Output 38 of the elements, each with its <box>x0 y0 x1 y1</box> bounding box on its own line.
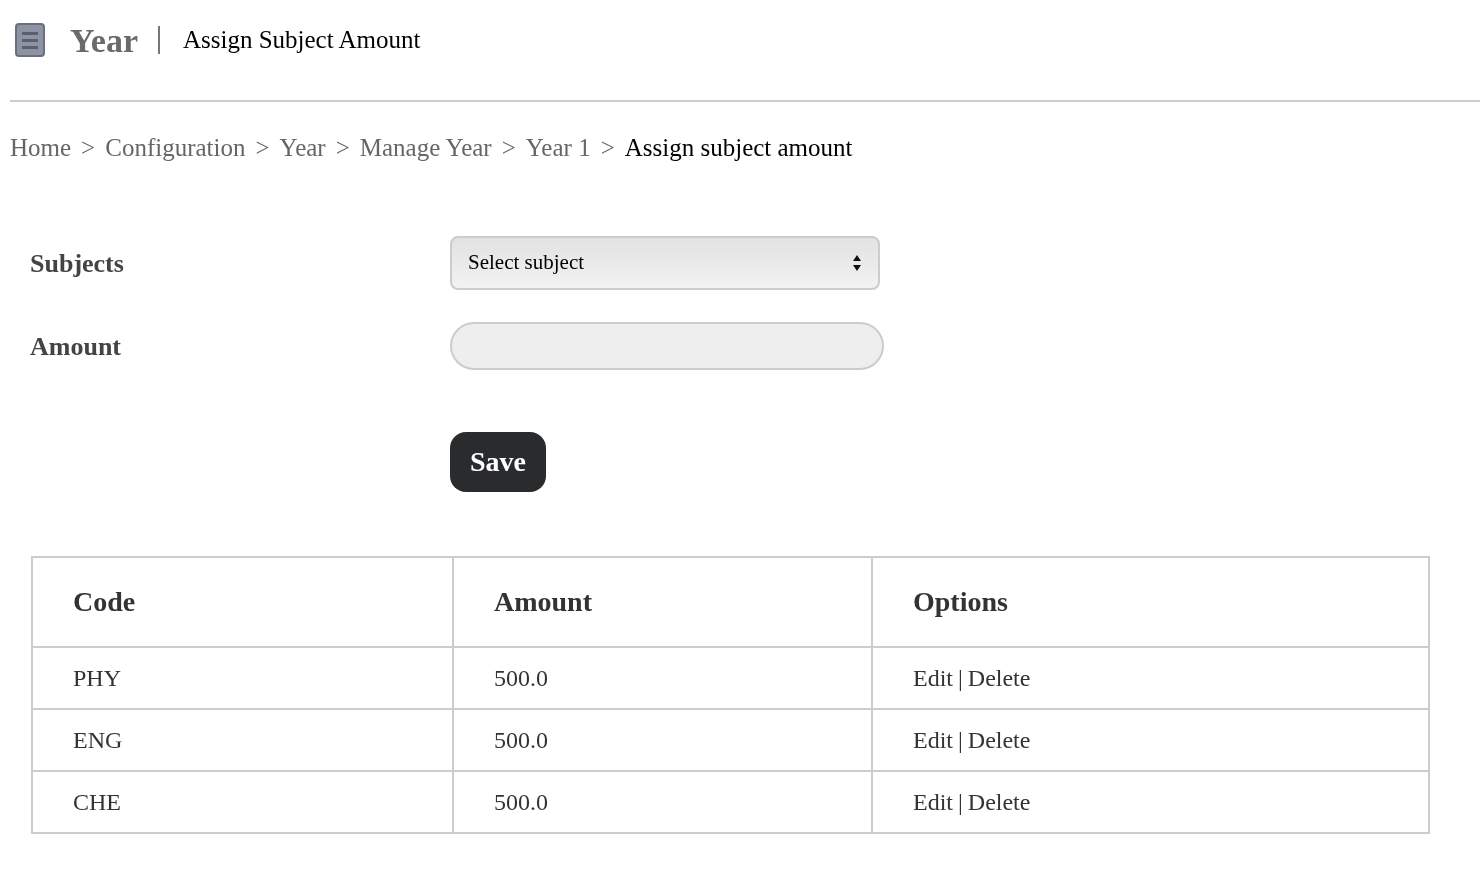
options-divider: | <box>958 726 963 755</box>
breadcrumb-link[interactable]: Configuration <box>105 132 246 164</box>
sort-caret-icon <box>852 253 862 273</box>
delete-link[interactable]: Delete <box>967 784 1031 820</box>
breadcrumb-current: Assign subject amount <box>624 133 853 163</box>
breadcrumb-separator: > <box>501 133 516 163</box>
options-divider: | <box>958 664 963 693</box>
breadcrumb-link[interactable]: Home <box>10 132 72 164</box>
breadcrumb-link[interactable]: Manage Year <box>359 132 492 164</box>
table-cell: PHY <box>32 647 453 709</box>
subject-select[interactable]: Select subject <box>450 236 880 290</box>
table-cell: 500.0 <box>453 709 872 771</box>
table-cell: 500.0 <box>453 771 872 833</box>
options-divider: | <box>958 788 963 817</box>
breadcrumb-separator: > <box>335 133 350 163</box>
table-cell: 500.0 <box>453 647 872 709</box>
edit-link[interactable]: Edit <box>913 660 953 696</box>
list-icon <box>15 23 45 57</box>
column-header: Amount <box>453 557 872 647</box>
breadcrumb-separator: > <box>255 133 270 163</box>
breadcrumb-link[interactable]: Year <box>279 132 326 164</box>
edit-link[interactable]: Edit <box>913 722 953 758</box>
table-cell: ENG <box>32 709 453 771</box>
subjects-label: Subjects <box>30 247 125 280</box>
column-header: Options <box>872 557 1429 647</box>
table-cell: CHE <box>32 771 453 833</box>
column-header: Code <box>32 557 453 647</box>
save-button[interactable]: Save <box>450 432 546 492</box>
amount-label: Amount <box>30 330 122 363</box>
page-subtitle: Assign Subject Amount <box>182 25 421 56</box>
breadcrumb-separator: > <box>600 133 615 163</box>
page-title: Year <box>70 20 138 61</box>
amount-input[interactable] <box>450 322 884 370</box>
breadcrumb-separator: > <box>81 133 96 163</box>
breadcrumb-link[interactable]: Year 1 <box>525 132 591 164</box>
edit-link[interactable]: Edit <box>913 784 953 820</box>
delete-link[interactable]: Delete <box>967 660 1031 696</box>
delete-link[interactable]: Delete <box>967 722 1031 758</box>
